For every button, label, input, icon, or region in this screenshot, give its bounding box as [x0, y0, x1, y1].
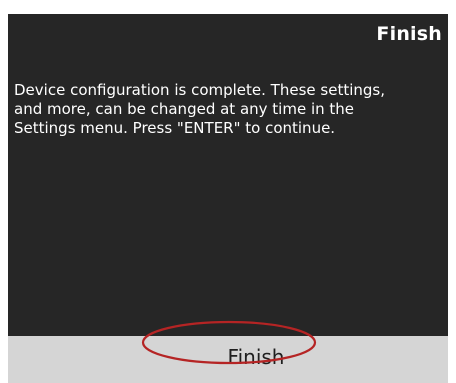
message-line: and more, can be changed at any time in … [14, 100, 355, 118]
message-line: Settings menu. Press "ENTER" to continue… [14, 119, 336, 137]
device-screen: Finish Device configuration is complete.… [8, 14, 448, 383]
finish-button[interactable]: Finish [182, 338, 330, 376]
finish-button-label: Finish [227, 345, 285, 369]
page-title: Finish [376, 23, 442, 45]
completion-message: Device configuration is complete. These … [14, 81, 446, 138]
message-line: Device configuration is complete. These … [14, 81, 385, 99]
soft-key-bar: Finish [8, 336, 448, 383]
